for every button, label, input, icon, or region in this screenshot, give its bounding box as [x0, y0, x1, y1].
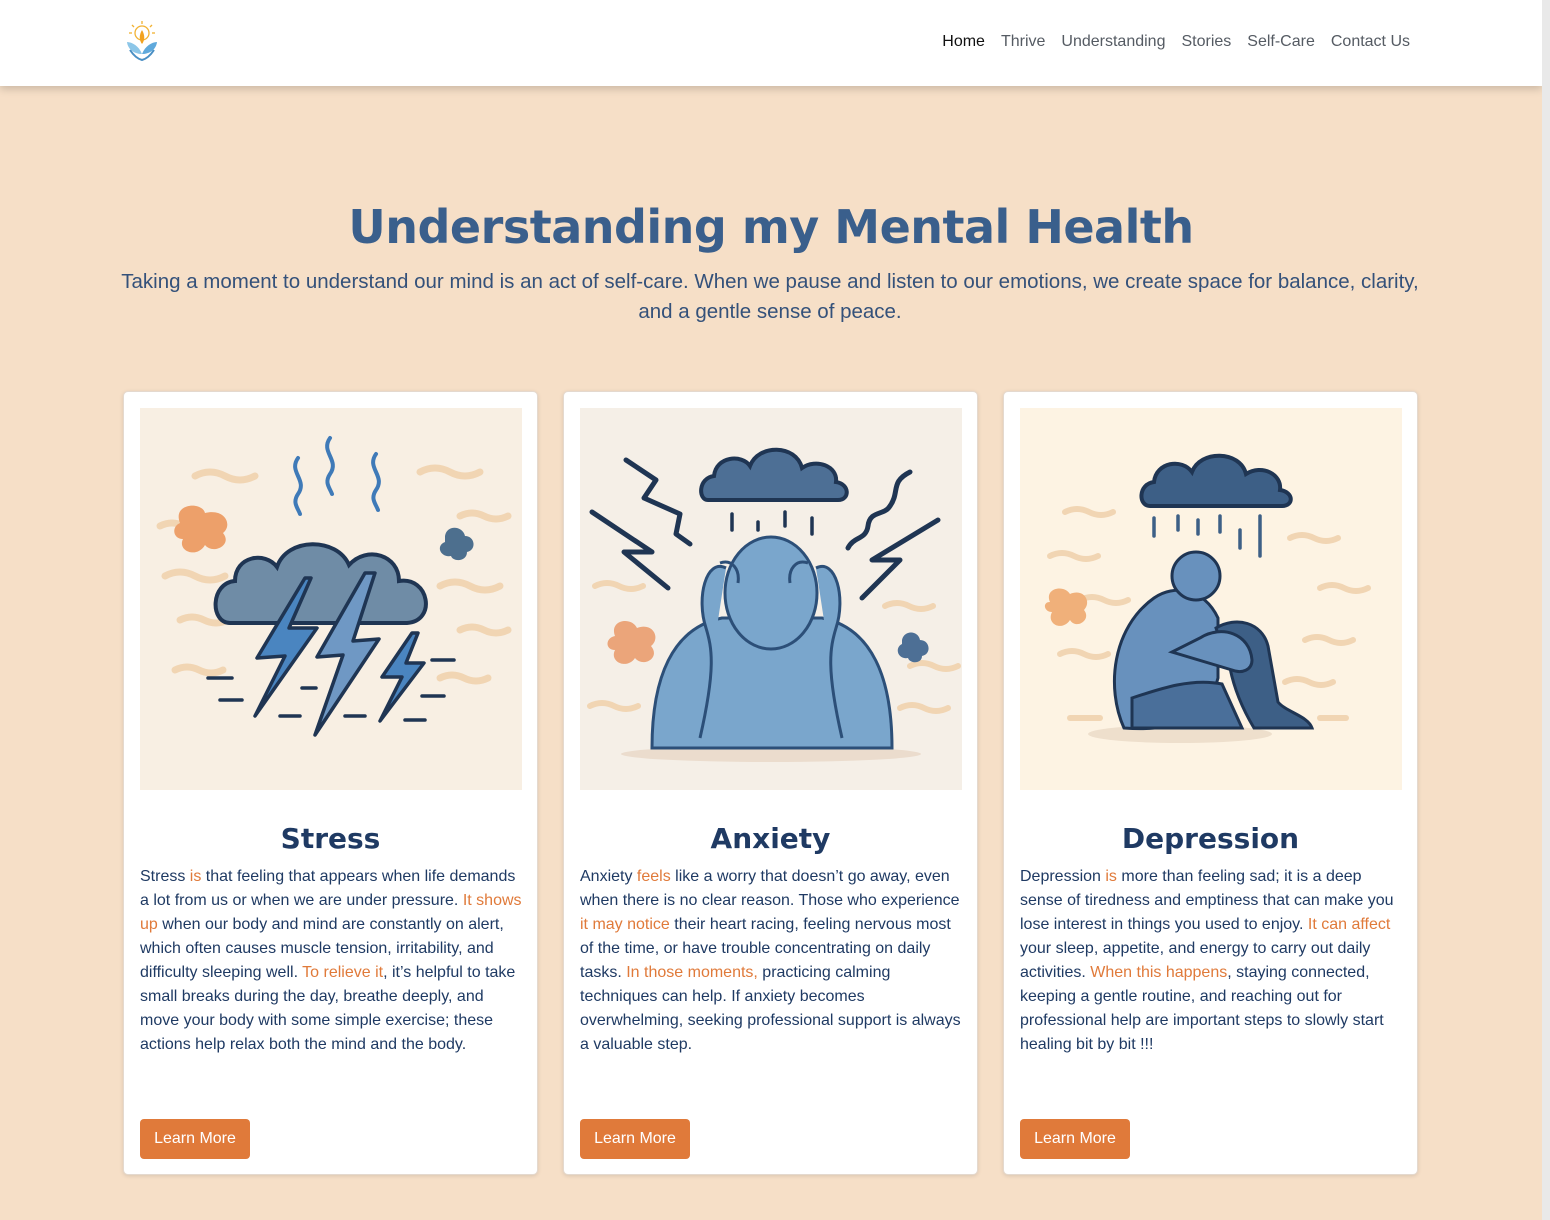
- highlight-text: When this happens: [1090, 964, 1228, 981]
- highlight-text: To relieve it: [302, 964, 384, 981]
- nav-contact-us[interactable]: Contact Us: [1331, 33, 1410, 51]
- highlight-text: is: [189, 868, 202, 885]
- nav-home[interactable]: Home: [942, 33, 985, 51]
- nav-thrive[interactable]: Thrive: [1001, 33, 1045, 51]
- card-text: Depression is more than feeling sad; it …: [1020, 865, 1405, 1057]
- learn-more-button[interactable]: Learn More: [580, 1119, 690, 1159]
- learn-more-button[interactable]: Learn More: [140, 1119, 250, 1159]
- nav-stories[interactable]: Stories: [1181, 33, 1231, 51]
- intro-text: Taking a moment to understand our mind i…: [121, 270, 1419, 323]
- body-text: Depression: [1020, 868, 1106, 885]
- highlight-text: is: [1105, 868, 1117, 885]
- body-text: Anxiety: [580, 868, 637, 885]
- card-text: Stress is that feeling that appears when…: [140, 865, 525, 1057]
- highlight-text: It can affect: [1307, 916, 1391, 933]
- card-title: Anxiety: [710, 822, 831, 855]
- nav-self-care[interactable]: Self-Care: [1247, 33, 1315, 51]
- nav-understanding[interactable]: Understanding: [1061, 33, 1165, 51]
- learn-more-button[interactable]: Learn More: [1020, 1119, 1130, 1159]
- highlight-text: In those moments,: [626, 964, 758, 981]
- highlight-text: feels: [636, 868, 671, 885]
- body-text: Stress: [140, 868, 190, 885]
- card-stress: Stress Stress is that feeling that appea…: [123, 391, 538, 1175]
- nav-links: Home Thrive Understanding Stories Self-C…: [942, 33, 1410, 51]
- card-title: Stress: [280, 822, 381, 855]
- anxious-person-icon: [580, 408, 962, 790]
- card-depression: Depression Depression is more than feeli…: [1003, 391, 1418, 1175]
- card-title: Depression: [1121, 822, 1300, 855]
- navbar: Home Thrive Understanding Stories Self-C…: [0, 0, 1542, 86]
- storm-cloud-icon: [140, 408, 522, 790]
- highlight-text: it may notice: [580, 916, 670, 933]
- lotus-sun-logo-icon[interactable]: [124, 20, 160, 62]
- card-text: Anxiety feels like a worry that doesn’t …: [580, 865, 965, 1057]
- sad-person-icon: [1020, 408, 1402, 790]
- page-title: Understanding my Mental Health: [348, 200, 1194, 254]
- scrollbar-track[interactable]: [1542, 0, 1550, 1220]
- card-anxiety: Anxiety Anxiety feels like a worry that …: [563, 391, 978, 1175]
